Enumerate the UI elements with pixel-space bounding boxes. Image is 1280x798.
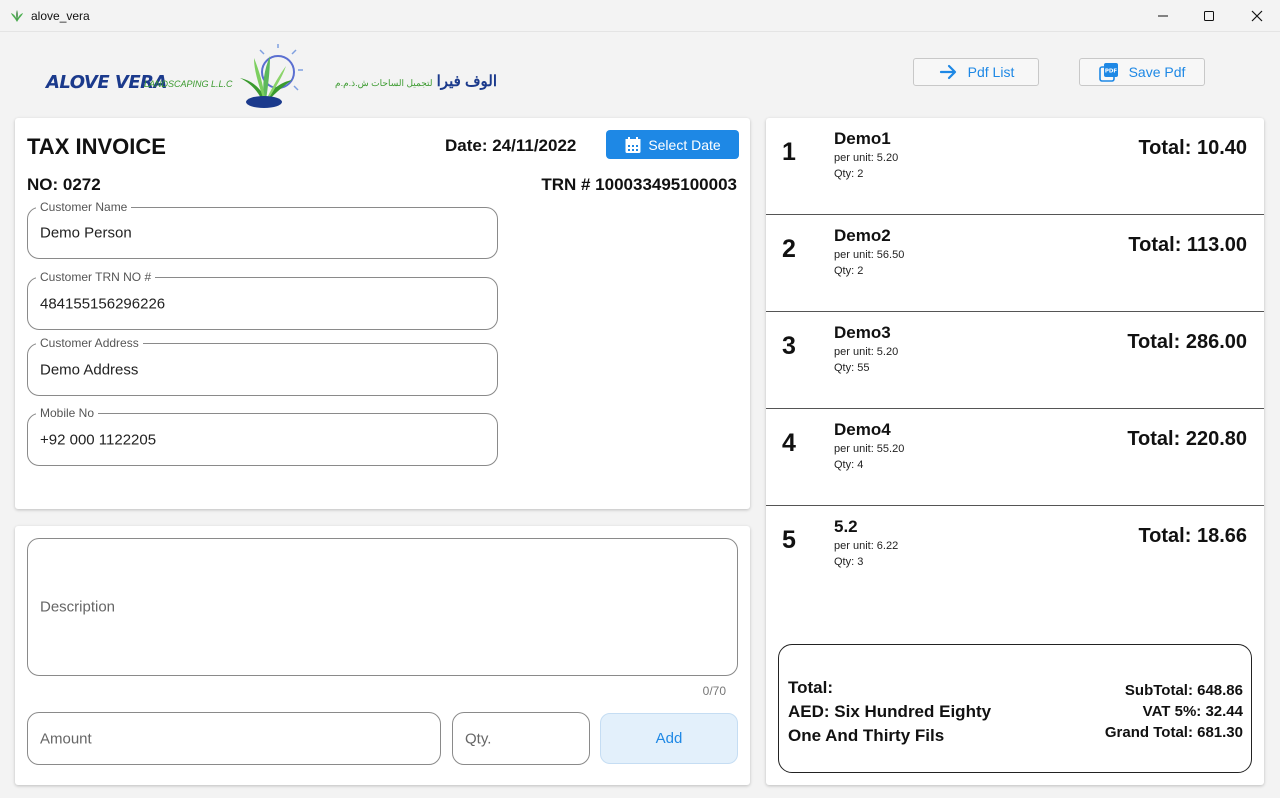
- total-label: Total:: [788, 678, 834, 697]
- item-total: Total: 10.40: [1138, 137, 1247, 159]
- invoice-details-card: TAX INVOICE Date: 24/11/2022 Select Date…: [15, 118, 750, 509]
- customer-name-field[interactable]: Customer Name Demo Person: [27, 200, 498, 259]
- list-item[interactable]: 3 Demo3 per unit: 5.20 Qty: 55 Total: 28…: [766, 312, 1264, 409]
- customer-address-field[interactable]: Customer Address Demo Address: [27, 336, 498, 396]
- amount-placeholder: Amount: [40, 730, 92, 747]
- customer-trn-value: 484155156296226: [40, 295, 166, 312]
- item-index: 2: [782, 235, 796, 263]
- close-icon: [1251, 10, 1263, 22]
- customer-address-value: Demo Address: [40, 361, 139, 378]
- item-index: 1: [782, 138, 796, 166]
- add-item-button[interactable]: Add: [600, 713, 738, 764]
- pdf-list-button[interactable]: Pdf List: [913, 58, 1039, 86]
- item-total: Total: 113.00: [1128, 234, 1247, 256]
- invoice-number: NO: 0272: [27, 175, 101, 194]
- item-index: 5: [782, 526, 796, 554]
- logo-name-ar: الوف فيرا لتجميل الساحات ش.ذ.م.م: [312, 72, 497, 90]
- qty-field[interactable]: Qty.: [452, 712, 590, 765]
- pdf-file-icon: PDF: [1098, 63, 1118, 82]
- title-bar: alove_vera: [0, 0, 1280, 32]
- logo-sub-ar: لتجميل الساحات ش.ذ.م.م: [335, 78, 433, 88]
- mobile-label: Mobile No: [36, 406, 99, 420]
- item-name: Demo4: [834, 420, 891, 439]
- item-entry-card: Description 0/70 Amount Qty. Add: [15, 526, 750, 785]
- description-counter: 0/70: [702, 684, 726, 698]
- item-name: Demo3: [834, 323, 891, 342]
- totals-figures: SubTotal: 648.86 VAT 5%: 32.44 Grand Tot…: [1105, 680, 1243, 743]
- subtotal: SubTotal: 648.86: [1124, 682, 1243, 699]
- customer-name-label: Customer Name: [36, 200, 132, 214]
- logo-sub-en: LANDSCAPING L.L.C: [144, 79, 233, 89]
- qty-placeholder: Qty.: [465, 730, 492, 747]
- item-unit-price: per unit: 55.20: [834, 443, 905, 455]
- add-item-label: Add: [655, 730, 683, 747]
- total-words-line-1: AED: Six Hundred Eighty: [788, 702, 992, 721]
- customer-address-label: Customer Address: [36, 336, 143, 350]
- select-date-button[interactable]: Select Date: [606, 130, 739, 159]
- item-unit-price: per unit: 6.22: [834, 540, 899, 552]
- app-header: ALOVE VERA LANDSCAPING L.L.C الوف فيرا ل…: [0, 32, 1280, 114]
- window-title: alove_vera: [31, 9, 90, 23]
- svg-text:PDF: PDF: [1104, 69, 1117, 75]
- item-total: Total: 286.00: [1127, 331, 1247, 353]
- logo-name-ar-text: الوف فيرا: [436, 73, 497, 90]
- item-name: Demo1: [834, 129, 891, 148]
- select-date-label: Select Date: [648, 136, 721, 153]
- item-name: Demo2: [834, 226, 891, 245]
- company-trn: TRN # 100033495100003: [541, 175, 737, 194]
- item-name: 5.2: [834, 517, 858, 536]
- maximize-icon: [1204, 11, 1214, 21]
- company-logo: ALOVE VERA LANDSCAPING L.L.C الوف فيرا ل…: [44, 42, 504, 112]
- pdf-list-label: Pdf List: [967, 64, 1015, 80]
- description-field[interactable]: Description: [27, 538, 738, 676]
- item-unit-price: per unit: 5.20: [834, 152, 899, 164]
- totals-summary: Total: AED: Six Hundred Eighty One And T…: [778, 644, 1252, 773]
- item-total: Total: 18.66: [1138, 525, 1247, 547]
- vat-amount: VAT 5%: 32.44: [1142, 703, 1243, 720]
- total-in-words: Total: AED: Six Hundred Eighty One And T…: [788, 676, 1018, 748]
- list-item[interactable]: 5 5.2 per unit: 6.22 Qty: 3 Total: 18.66: [766, 506, 1264, 603]
- invoice-title: TAX INVOICE: [27, 134, 166, 159]
- save-pdf-button[interactable]: PDF Save Pdf: [1079, 58, 1205, 86]
- close-button[interactable]: [1234, 0, 1280, 32]
- calendar-icon: [625, 136, 641, 153]
- invoice-date: Date: 24/11/2022: [445, 136, 577, 155]
- item-unit-price: per unit: 5.20: [834, 346, 899, 358]
- grand-total: Grand Total: 681.30: [1104, 724, 1243, 741]
- item-index: 3: [782, 332, 796, 360]
- list-item[interactable]: 1 Demo1 per unit: 5.20 Qty: 2 Total: 10.…: [766, 118, 1264, 215]
- item-qty: Qty: 4: [834, 459, 864, 471]
- save-pdf-label: Save Pdf: [1128, 64, 1186, 80]
- amount-field[interactable]: Amount: [27, 712, 441, 765]
- arrow-right-icon: [939, 64, 956, 80]
- items-list-card: 1 Demo1 per unit: 5.20 Qty: 2 Total: 10.…: [766, 118, 1264, 785]
- customer-name-value: Demo Person: [40, 224, 132, 242]
- customer-trn-field[interactable]: Customer TRN NO # 484155156296226: [27, 270, 498, 330]
- minimize-button[interactable]: [1140, 0, 1186, 32]
- list-item[interactable]: 4 Demo4 per unit: 55.20 Qty: 4 Total: 22…: [766, 409, 1264, 506]
- item-qty: Qty: 2: [834, 168, 864, 180]
- customer-trn-label: Customer TRN NO #: [36, 270, 156, 284]
- item-index: 4: [782, 429, 796, 457]
- mobile-value: +92 000 1122205: [40, 431, 157, 448]
- list-item[interactable]: 2 Demo2 per unit: 56.50 Qty: 2 Total: 11…: [766, 215, 1264, 312]
- app-icon: [11, 10, 23, 22]
- item-unit-price: per unit: 56.50: [834, 249, 905, 261]
- item-qty: Qty: 2: [834, 265, 864, 277]
- description-placeholder: Description: [40, 598, 116, 616]
- aloe-plant-icon: [240, 44, 303, 108]
- minimize-icon: [1158, 15, 1168, 17]
- mobile-field[interactable]: Mobile No +92 000 1122205: [27, 406, 498, 466]
- total-words-line-2: One And Thirty Fils: [788, 726, 945, 745]
- item-qty: Qty: 3: [834, 556, 864, 568]
- maximize-button[interactable]: [1186, 0, 1232, 32]
- item-total: Total: 220.80: [1127, 428, 1247, 450]
- item-qty: Qty: 55: [834, 362, 870, 374]
